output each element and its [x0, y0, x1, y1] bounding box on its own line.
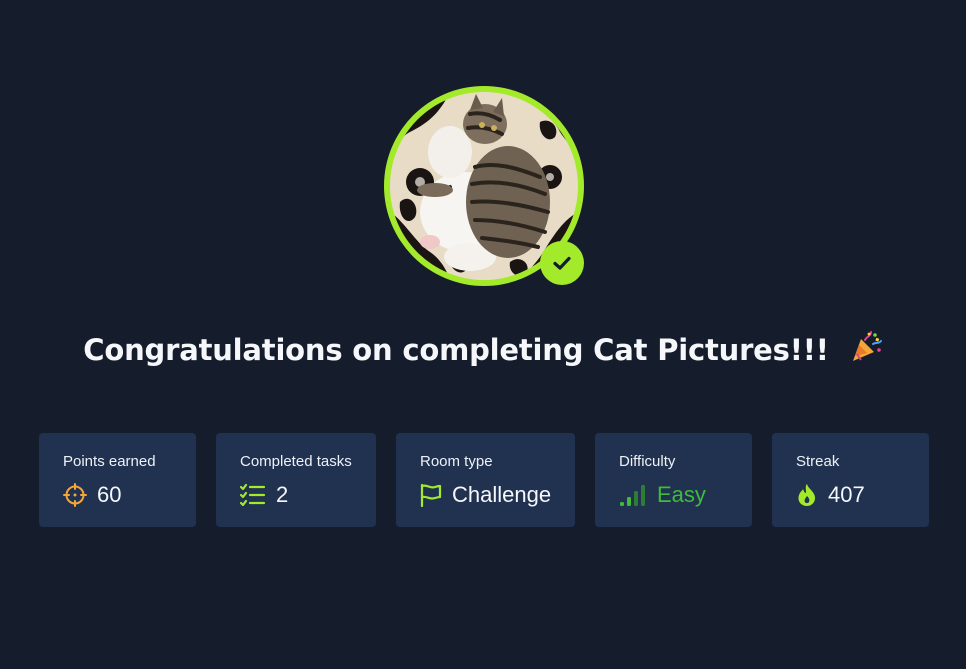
- stat-card-points: Points earned 60: [39, 433, 196, 527]
- stat-label: Streak: [796, 453, 840, 470]
- check-icon: [550, 251, 574, 275]
- stat-value: Challenge: [452, 482, 552, 507]
- flag-icon: [420, 483, 442, 507]
- stat-card-streak: Streak 407: [772, 433, 929, 527]
- stat-value: 60: [97, 482, 122, 507]
- stat-label: Difficulty: [619, 453, 676, 470]
- stat-card-room-type: Room type Challenge: [396, 433, 575, 527]
- stat-label: Room type: [420, 453, 493, 470]
- stat-card-tasks: Completed tasks 2: [216, 433, 376, 527]
- flame-icon: [796, 483, 818, 507]
- room-completion-page: Congratulations on completing Cat Pictur…: [0, 0, 966, 669]
- room-avatar: [384, 86, 584, 286]
- stat-card-difficulty: Difficulty Easy: [595, 433, 752, 527]
- party-popper-icon: [849, 330, 883, 371]
- stat-label: Points earned: [63, 453, 156, 470]
- stat-value: 2: [276, 482, 289, 507]
- stat-value: Easy: [657, 482, 706, 507]
- checklist-icon: [240, 484, 266, 506]
- stat-value: 407: [828, 482, 865, 507]
- crosshair-icon: [63, 483, 87, 507]
- stat-label: Completed tasks: [240, 453, 352, 470]
- completion-title-text: Congratulations on completing Cat Pictur…: [83, 333, 829, 367]
- signal-bars-icon: [619, 483, 647, 507]
- verified-badge: [540, 241, 584, 285]
- completion-heading: Congratulations on completing Cat Pictur…: [0, 330, 966, 371]
